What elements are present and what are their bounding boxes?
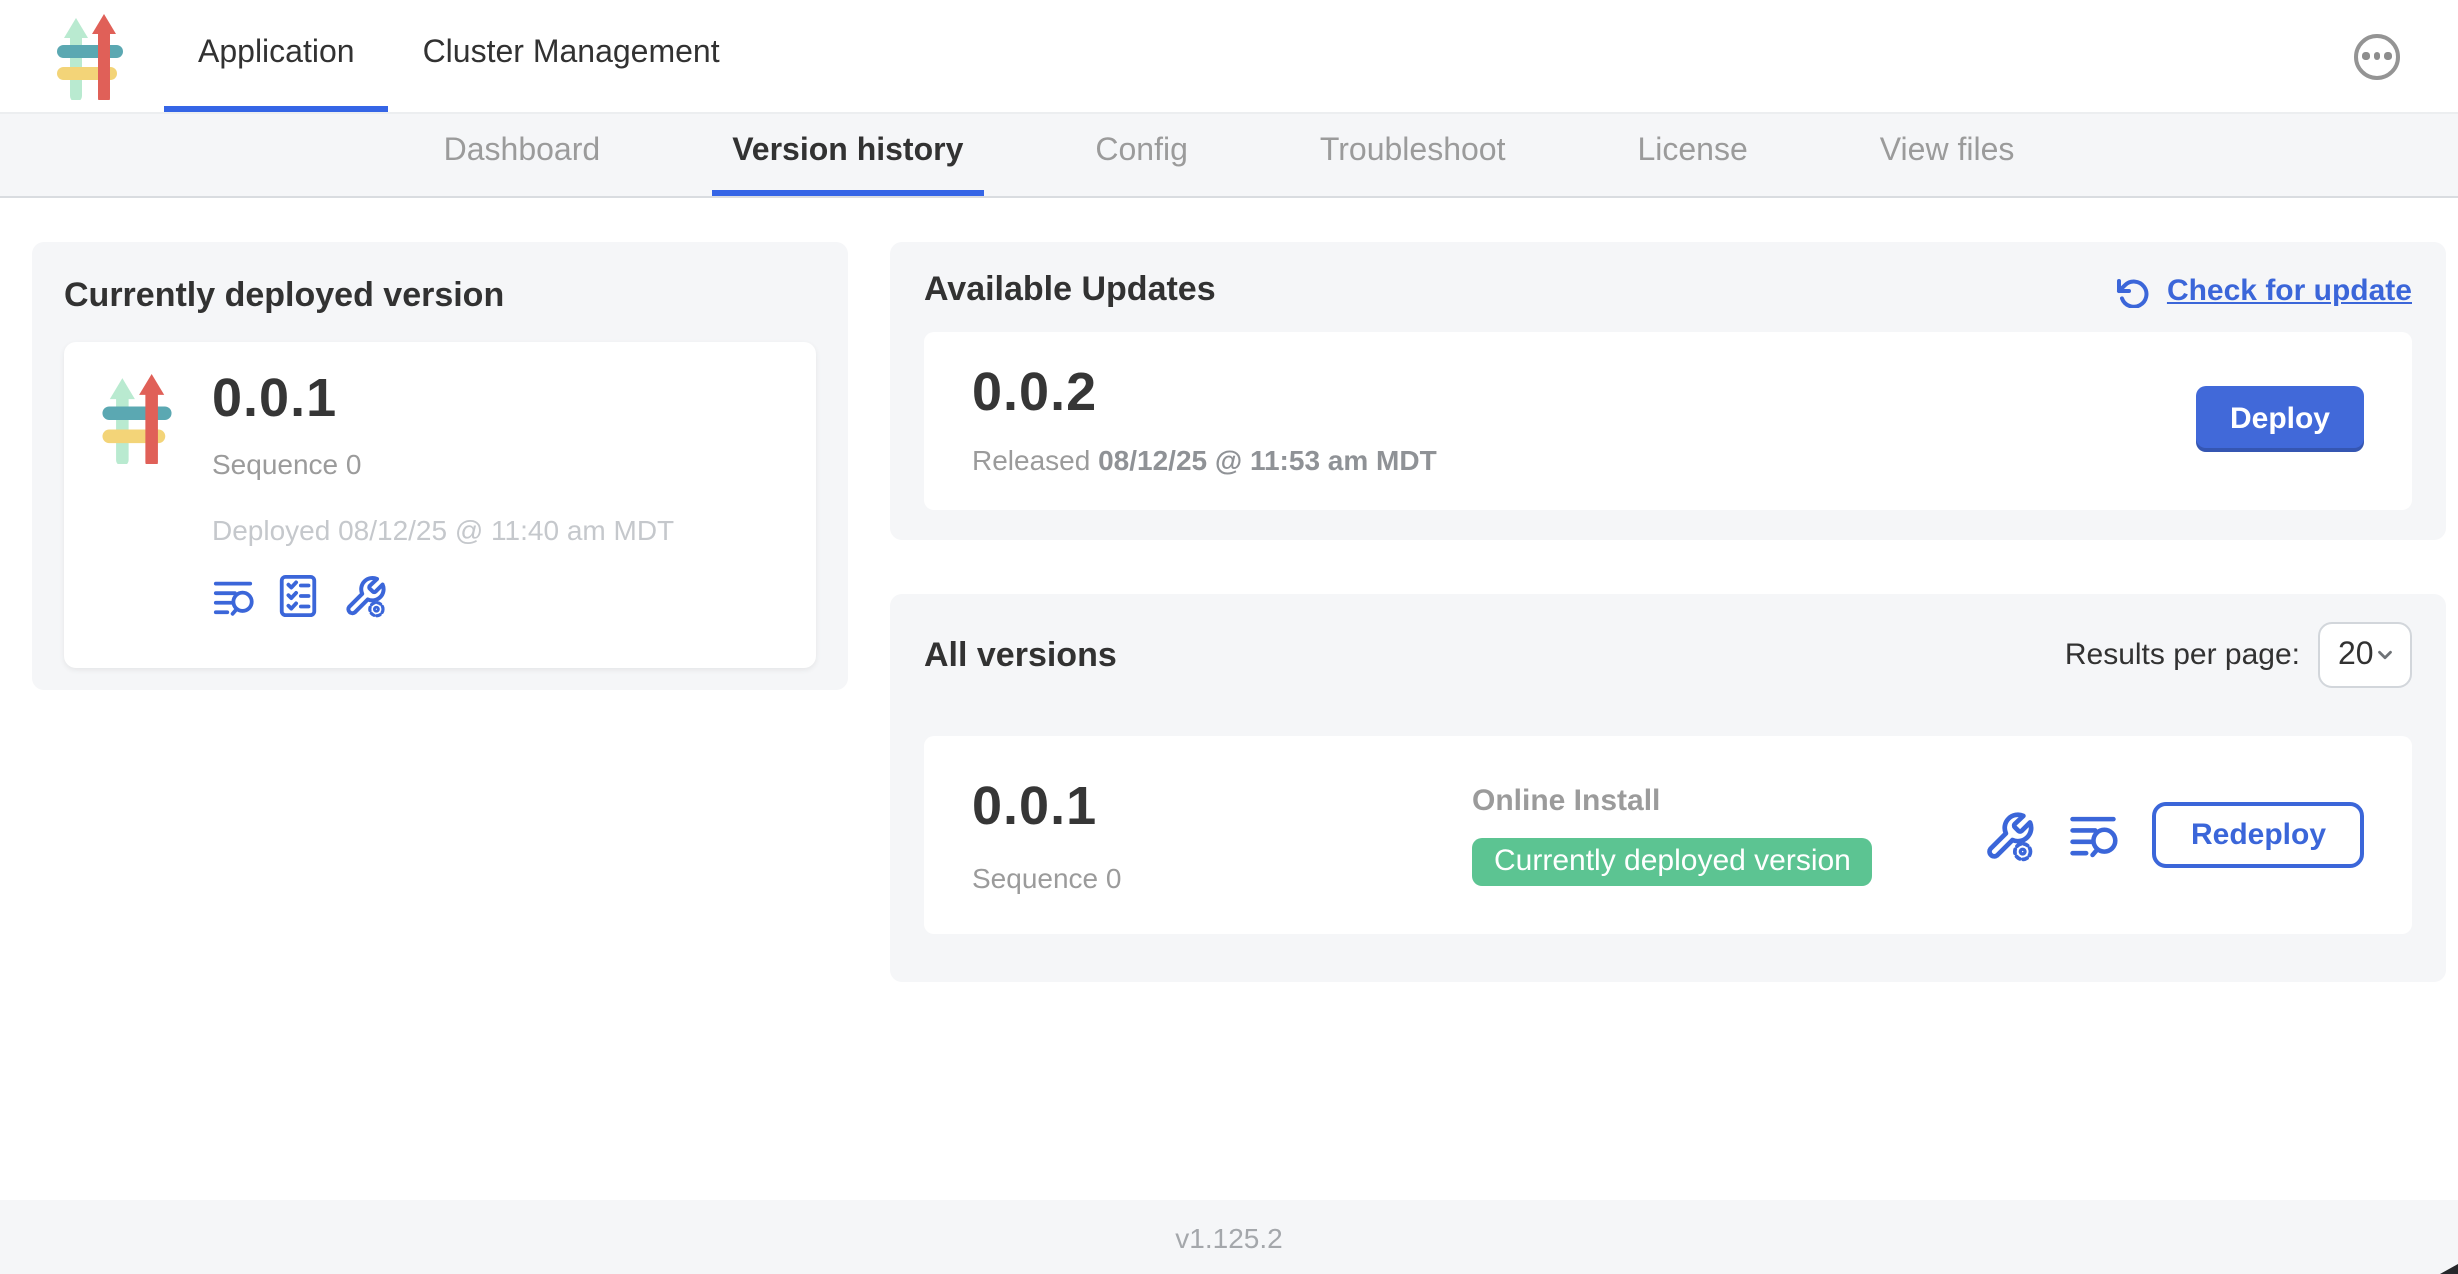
main-content: Currently deployed version 0.0.1 Sequenc… — [0, 198, 2458, 982]
edit-config-icon[interactable] — [342, 574, 386, 618]
top-nav: Application Cluster Management — [0, 0, 2458, 114]
subnav-tab-troubleshoot[interactable]: Troubleshoot — [1300, 114, 1526, 196]
results-per-page-label: Results per page: — [2065, 638, 2300, 672]
update-version-number: 0.0.2 — [972, 362, 1437, 424]
app-logo-icon — [56, 13, 124, 99]
check-for-update-link[interactable]: Check for update — [2117, 273, 2412, 307]
console-version-label: v1.125.2 — [1175, 1221, 1282, 1253]
install-type-label: Online Install — [1472, 784, 1660, 818]
update-released-timestamp: Released 08/12/25 @ 11:53 am MDT — [972, 444, 1437, 476]
subnav-tab-view-files[interactable]: View files — [1860, 114, 2035, 196]
deployed-sequence: Sequence 0 — [212, 448, 674, 480]
admin-console-page: Application Cluster Management Dashboard… — [0, 0, 2458, 1274]
currently-deployed-card: Currently deployed version 0.0.1 Sequenc… — [32, 242, 848, 690]
tab-application[interactable]: Application — [164, 0, 389, 112]
version-row: 0.0.1 Sequence 0 Online Install Currentl… — [924, 736, 2412, 934]
deploy-button[interactable]: Deploy — [2196, 386, 2364, 452]
deployed-version-number: 0.0.1 — [212, 368, 674, 430]
subnav-tab-dashboard[interactable]: Dashboard — [424, 114, 621, 196]
deployed-timestamp: Deployed 08/12/25 @ 11:40 am MDT — [212, 514, 674, 546]
release-notes-icon[interactable] — [212, 575, 254, 617]
update-row: 0.0.2 Released 08/12/25 @ 11:53 am MDT D… — [924, 332, 2412, 510]
edit-config-icon[interactable] — [1983, 809, 2035, 861]
right-column: Available Updates Check for update 0.0.2… — [890, 242, 2446, 982]
redeploy-button[interactable]: Redeploy — [2153, 802, 2364, 868]
row-version-number: 0.0.1 — [972, 776, 1472, 838]
app-logo-icon — [100, 374, 174, 464]
footer: v1.125.2 — [0, 1200, 2458, 1274]
all-versions-card: All versions Results per page: 20 0.0.1 … — [890, 594, 2446, 982]
check-for-update-label: Check for update — [2167, 273, 2412, 307]
version-row-actions: Redeploy — [1983, 802, 2364, 868]
tab-cluster-management[interactable]: Cluster Management — [389, 0, 754, 112]
all-versions-title: All versions — [924, 635, 1117, 675]
available-updates-card: Available Updates Check for update 0.0.2… — [890, 242, 2446, 540]
chat-widget-corner — [2440, 1264, 2458, 1274]
chevron-down-icon — [2374, 644, 2396, 666]
currently-deployed-title: Currently deployed version — [64, 276, 816, 316]
subnav-tab-license[interactable]: License — [1617, 114, 1767, 196]
results-per-page-value: 20 — [2338, 637, 2374, 673]
row-sequence: Sequence 0 — [972, 862, 1472, 894]
subnav-tab-config[interactable]: Config — [1075, 114, 1208, 196]
results-per-page-select[interactable]: 20 — [2318, 622, 2412, 688]
release-notes-icon[interactable] — [2069, 810, 2119, 860]
available-updates-title: Available Updates — [924, 270, 1216, 310]
app-subnav: Dashboard Version history Config Trouble… — [0, 114, 2458, 198]
more-menu-button[interactable] — [2354, 33, 2400, 79]
ellipsis-icon — [2363, 53, 2370, 60]
results-per-page: Results per page: 20 — [2065, 622, 2412, 688]
deployed-version-actions — [212, 574, 674, 618]
currently-deployed-badge: Currently deployed version — [1472, 838, 1873, 886]
refresh-icon — [2117, 273, 2151, 307]
tab-application-label: Application — [198, 35, 355, 71]
tab-cluster-management-label: Cluster Management — [423, 35, 720, 71]
currently-deployed-version-panel: 0.0.1 Sequence 0 Deployed 08/12/25 @ 11:… — [64, 342, 816, 668]
preflight-checks-icon[interactable] — [278, 574, 318, 618]
top-nav-tabs: Application Cluster Management — [164, 0, 754, 112]
subnav-tab-version-history[interactable]: Version history — [712, 114, 983, 196]
